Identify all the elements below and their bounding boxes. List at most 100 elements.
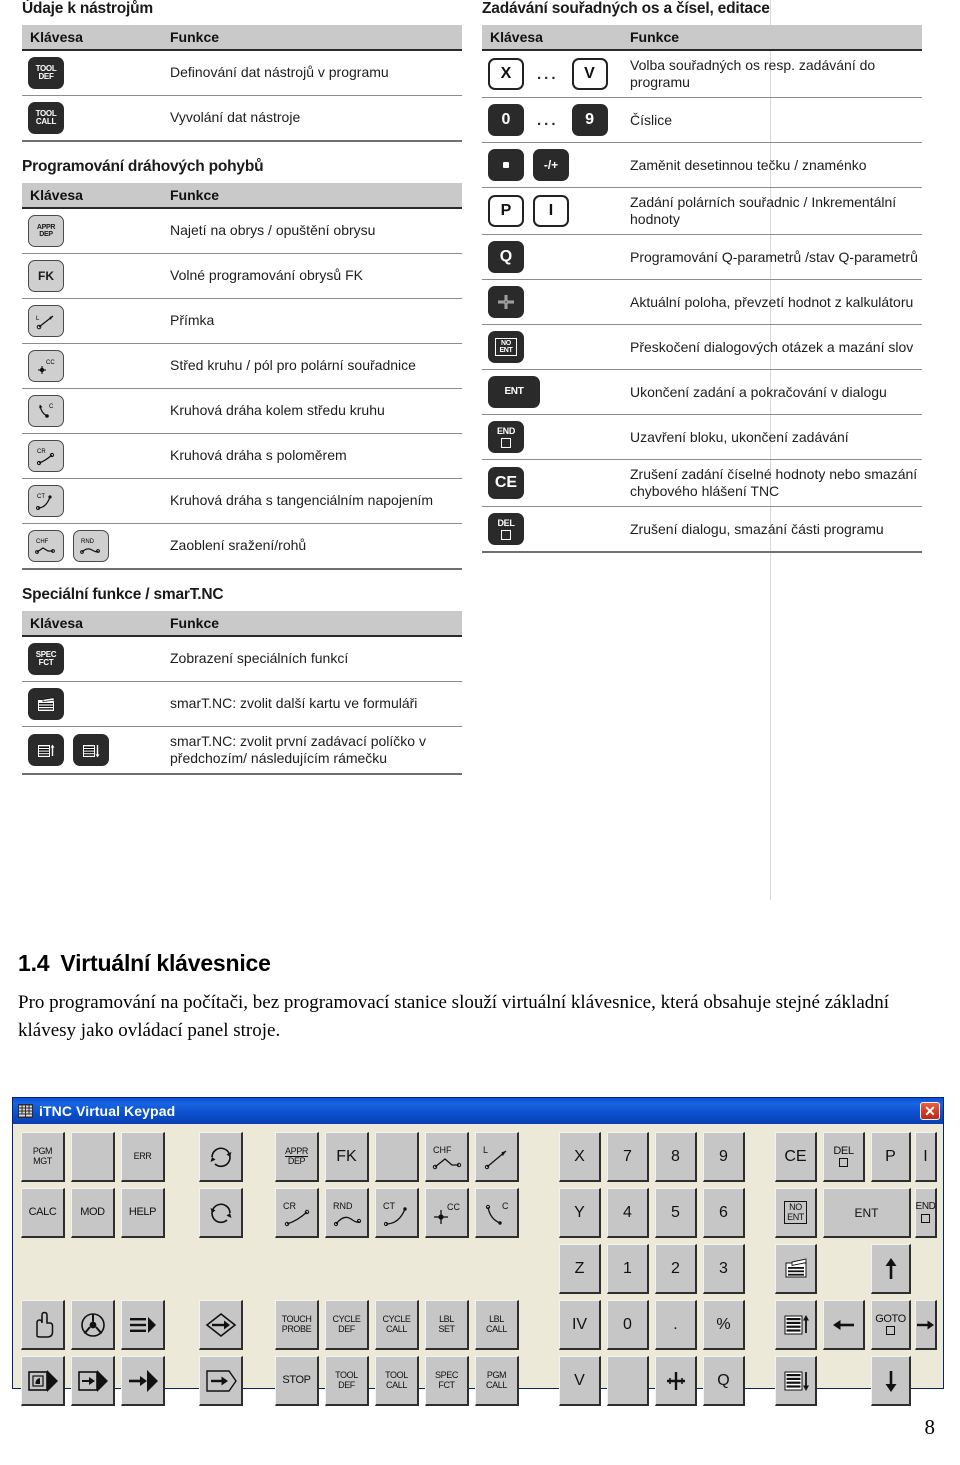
key-appr-dep[interactable]: APPR DEP bbox=[275, 1132, 319, 1182]
key-rotate-ccw-icon[interactable] bbox=[199, 1188, 243, 1238]
svg-text:CC: CC bbox=[447, 1202, 460, 1212]
key-blank-r5c2[interactable] bbox=[607, 1356, 649, 1406]
section-title: Programování dráhových pohybů bbox=[22, 158, 264, 175]
key-ent[interactable]: ENT bbox=[823, 1188, 911, 1238]
key-incremental-i[interactable]: I bbox=[915, 1132, 937, 1182]
key-cycle-call[interactable]: CYCLE CALL bbox=[375, 1300, 419, 1350]
key-arc-c-icon[interactable]: C bbox=[475, 1188, 519, 1238]
key-digit-0[interactable]: 0 bbox=[607, 1300, 649, 1350]
key-fk[interactable]: FK bbox=[325, 1132, 369, 1182]
key-pgm-mgt[interactable]: PGM MGT bbox=[21, 1132, 65, 1182]
key-spec-fct[interactable]: SPEC FCT bbox=[425, 1356, 469, 1406]
key-cycle-def[interactable]: CYCLE DEF bbox=[325, 1300, 369, 1350]
key-err[interactable]: ERR bbox=[121, 1132, 165, 1182]
key-digit-9[interactable]: 9 bbox=[703, 1132, 745, 1182]
key-arc-cr-icon[interactable]: CR bbox=[275, 1188, 319, 1238]
table-row: 0 ... 9 Číslice bbox=[482, 97, 922, 144]
key-digit-1[interactable]: 1 bbox=[607, 1244, 649, 1294]
key-calc[interactable]: CALC bbox=[21, 1188, 65, 1238]
key-rotate-cw-icon[interactable] bbox=[199, 1132, 243, 1182]
key-polar-p[interactable]: P bbox=[871, 1132, 911, 1182]
key-pent-arrow-icon[interactable] bbox=[199, 1356, 243, 1406]
table-row: Aktuální poloha, převzetí hodnot z kalku… bbox=[482, 279, 922, 326]
decimal-point-key-icon bbox=[488, 149, 524, 182]
svg-text:C: C bbox=[49, 404, 54, 410]
function-text: Uzavření bloku, ukončení zadávání bbox=[622, 414, 922, 461]
function-text: Programování Q-parametrů /stav Q-paramet… bbox=[622, 234, 922, 281]
key-axis-y[interactable]: Y bbox=[559, 1188, 601, 1238]
table-row: C Kruhová dráha kolem středu kruhu bbox=[22, 388, 462, 434]
key-arrow-down-icon[interactable] bbox=[871, 1356, 911, 1406]
key-axis-v[interactable]: V bbox=[559, 1356, 601, 1406]
key-arrow-up-icon[interactable] bbox=[871, 1244, 911, 1294]
key-help[interactable]: HELP bbox=[121, 1188, 165, 1238]
key-blank-r1c8[interactable] bbox=[375, 1132, 419, 1182]
svg-text:RND: RND bbox=[81, 539, 95, 545]
key-pgm-call[interactable]: PGM CALL bbox=[475, 1356, 519, 1406]
key-diamond-arrow-icon[interactable] bbox=[199, 1300, 243, 1350]
key-cell: CR bbox=[22, 433, 162, 479]
key-stop[interactable]: STOP bbox=[275, 1356, 319, 1406]
key-percent[interactable]: % bbox=[703, 1300, 745, 1350]
key-axis-iv[interactable]: IV bbox=[559, 1300, 601, 1350]
key-digit-2[interactable]: 2 bbox=[655, 1244, 697, 1294]
key-axis-x[interactable]: X bbox=[559, 1132, 601, 1182]
key-block-arrow-2-icon[interactable] bbox=[71, 1356, 115, 1406]
key-digit-7[interactable]: 7 bbox=[607, 1132, 649, 1182]
key-handwheel-icon[interactable] bbox=[71, 1300, 115, 1350]
key-arrow-right-icon[interactable] bbox=[915, 1300, 937, 1350]
key-touch-probe[interactable]: TOUCH PROBE bbox=[275, 1300, 319, 1350]
key-next-tab-icon[interactable] bbox=[775, 1244, 817, 1294]
key-cell: ENT bbox=[482, 369, 622, 416]
key-chf-icon[interactable]: CHF bbox=[425, 1132, 469, 1182]
function-text: smarT.NC: zvolit první zadávací políčko … bbox=[162, 726, 462, 776]
key-digit-8[interactable]: 8 bbox=[655, 1132, 697, 1182]
table-row: ENT Ukončení zadání a pokračování v dial… bbox=[482, 369, 922, 416]
close-icon[interactable]: ✕ bbox=[920, 1102, 940, 1120]
key-decimal-point[interactable]: . bbox=[655, 1300, 697, 1350]
key-digit-4[interactable]: 4 bbox=[607, 1188, 649, 1238]
chamfer-chf-key-icon: CHF bbox=[28, 530, 64, 562]
key-ce[interactable]: CE bbox=[775, 1132, 817, 1182]
ellipsis: ... bbox=[537, 65, 559, 83]
key-tool-def[interactable]: TOOL DEF bbox=[325, 1356, 369, 1406]
key-digit-5[interactable]: 5 bbox=[655, 1188, 697, 1238]
table-row: CHF RND Zaoblení sražení/rohů bbox=[22, 523, 462, 570]
key-cell: DEL bbox=[482, 506, 622, 554]
key-circle-center-cc-icon[interactable]: CC bbox=[425, 1188, 469, 1238]
key-form-up-icon[interactable] bbox=[775, 1300, 817, 1350]
key-line-l-icon[interactable]: L bbox=[475, 1132, 519, 1182]
key-arrow-left-icon[interactable] bbox=[823, 1300, 865, 1350]
itnc-virtual-keypad-window[interactable]: iTNC Virtual Keypad ✕ PGM MGT ERR APPR DEP… bbox=[12, 1097, 944, 1406]
column-header-key: Klávesa bbox=[22, 25, 162, 51]
key-end[interactable]: END bbox=[915, 1188, 937, 1238]
function-text: Zrušení zadání číselné hodnoty nebo smaz… bbox=[622, 459, 922, 508]
key-tool-call[interactable]: TOOL CALL bbox=[375, 1356, 419, 1406]
key-lbl-set[interactable]: LBL SET bbox=[425, 1300, 469, 1350]
key-q-parameter[interactable]: Q bbox=[703, 1356, 745, 1406]
key-arc-ct-icon[interactable]: CT bbox=[375, 1188, 419, 1238]
key-digit-3[interactable]: 3 bbox=[703, 1244, 745, 1294]
window-title-bar[interactable]: iTNC Virtual Keypad ✕ bbox=[13, 1098, 943, 1124]
key-actual-position-icon[interactable] bbox=[655, 1356, 697, 1406]
key-no-ent[interactable]: NO ENT bbox=[775, 1188, 817, 1238]
key-form-down-icon[interactable] bbox=[775, 1356, 817, 1406]
key-hand-icon[interactable] bbox=[21, 1300, 65, 1350]
key-lines-arrow-icon[interactable] bbox=[121, 1300, 165, 1350]
sign-toggle-key-icon: -/+ bbox=[533, 149, 569, 182]
key-blank-r1c2[interactable] bbox=[71, 1132, 115, 1182]
key-lbl-call[interactable]: LBL CALL bbox=[475, 1300, 519, 1350]
key-rnd-icon[interactable]: RND bbox=[325, 1188, 369, 1238]
key-goto[interactable]: GOTO bbox=[871, 1300, 911, 1350]
key-mod[interactable]: MOD bbox=[71, 1188, 115, 1238]
key-block-arrow-1-icon[interactable] bbox=[21, 1356, 65, 1406]
window-title: iTNC Virtual Keypad bbox=[39, 1103, 176, 1119]
key-block-arrow-3-icon[interactable] bbox=[121, 1356, 165, 1406]
key-del[interactable]: DEL bbox=[823, 1132, 865, 1182]
tool-def-key-icon: TOOL DEF bbox=[28, 57, 64, 89]
key-axis-z[interactable]: Z bbox=[559, 1244, 601, 1294]
key-digit-6[interactable]: 6 bbox=[703, 1188, 745, 1238]
keypad-app-icon bbox=[18, 1104, 33, 1118]
circle-center-cc-key-icon: CC bbox=[28, 350, 64, 382]
table-row: Q Programování Q-parametrů /stav Q-param… bbox=[482, 234, 922, 281]
